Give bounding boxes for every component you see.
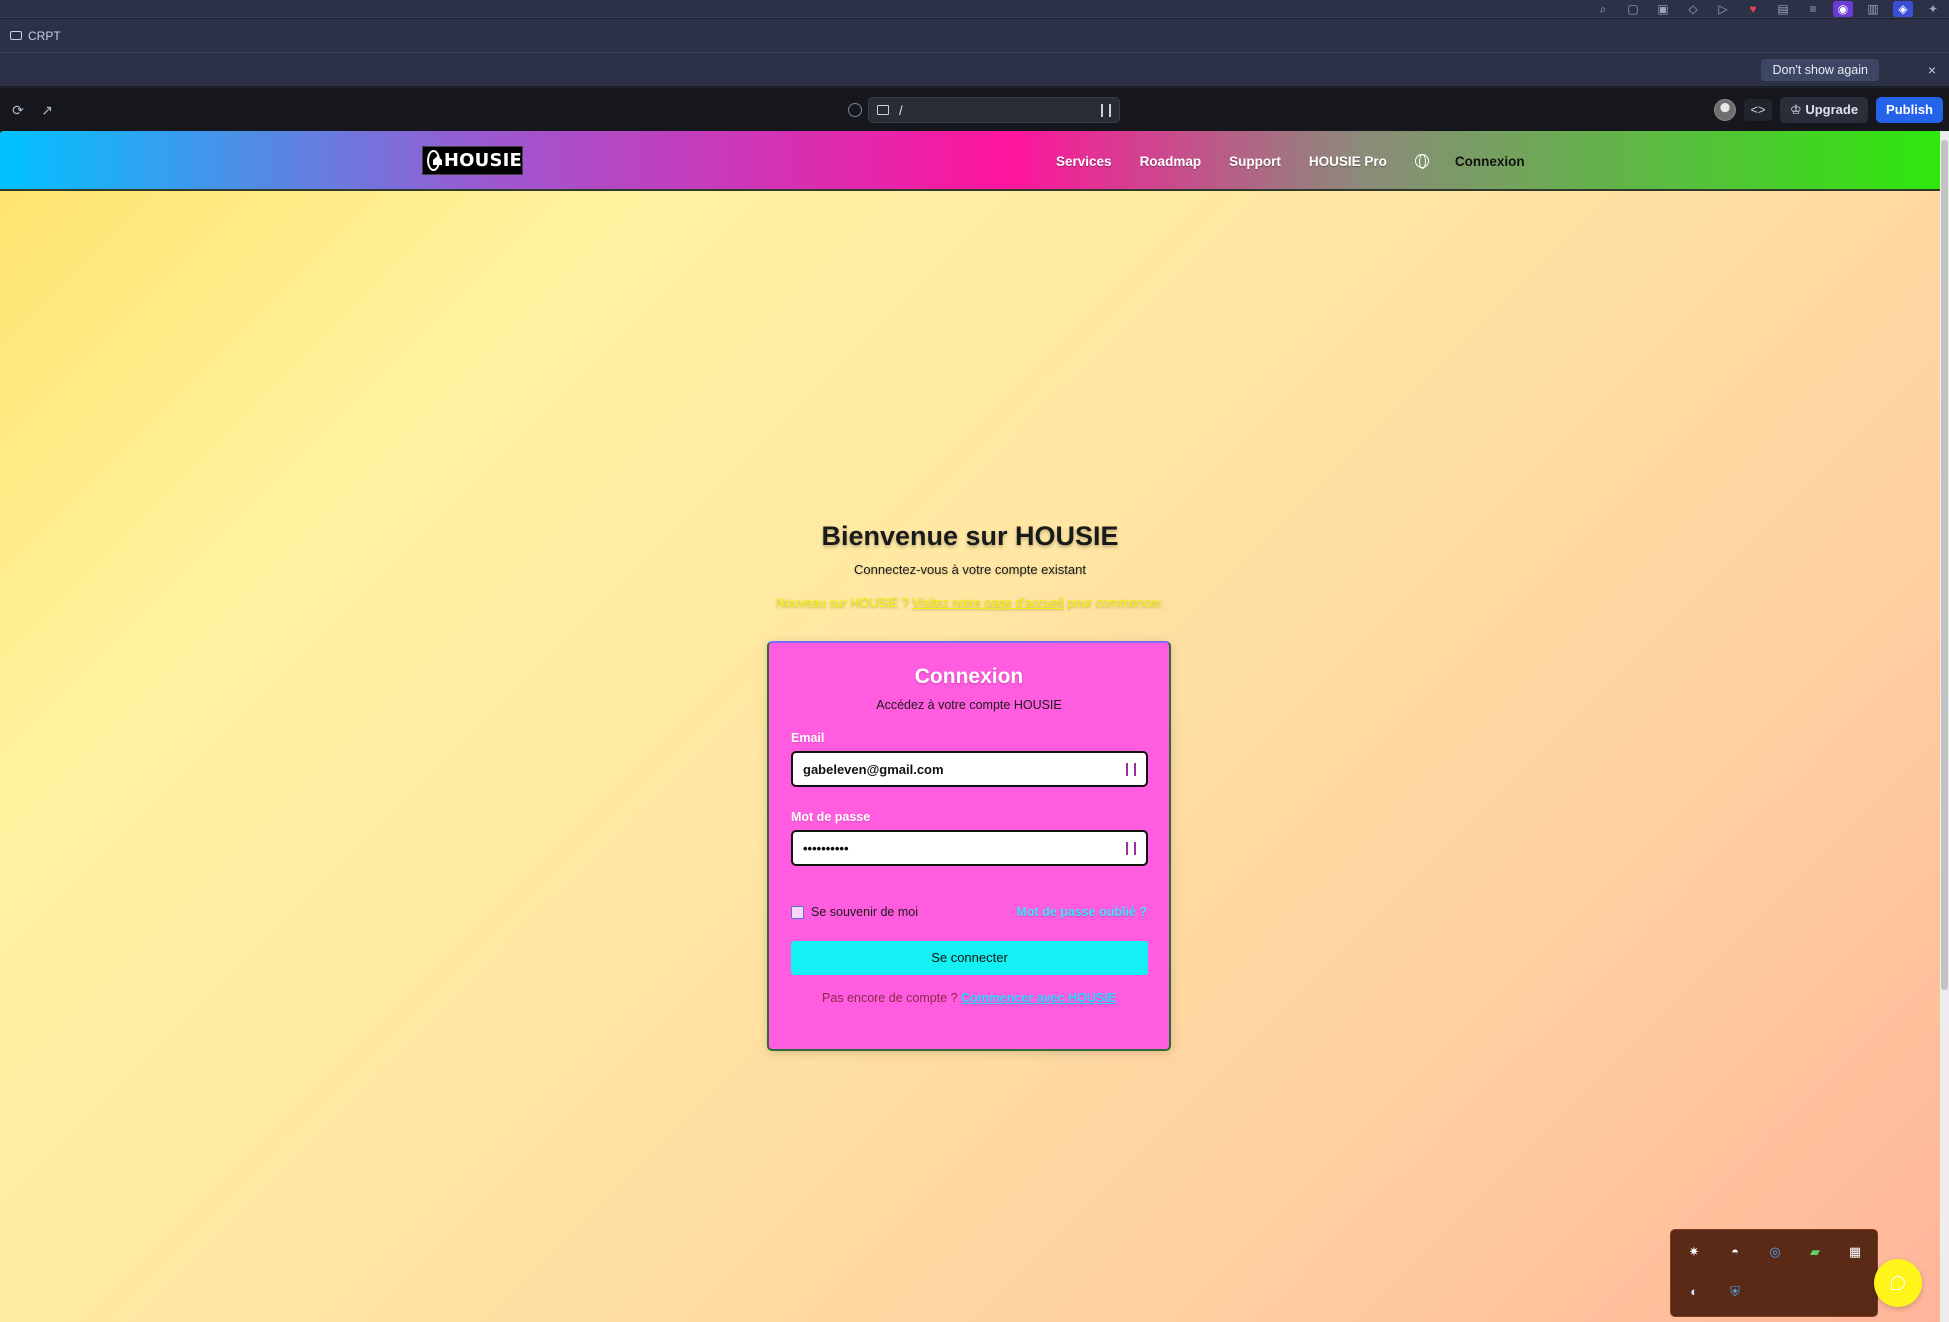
note-prefix: Nouveau sur HOUSIE ? [776,596,913,610]
settings-icon[interactable]: ✦ [1923,1,1943,17]
scrollbar-thumb[interactable] [1941,140,1948,990]
remember-me[interactable]: Se souvenir de moi [791,905,918,919]
toolbar-actions: <> ♔ Upgrade Publish [1714,97,1943,123]
avatar[interactable] [1714,99,1737,121]
close-icon[interactable]: × [1923,59,1941,81]
globe-icon[interactable] [1414,154,1429,169]
split-view-icon[interactable] [1101,103,1111,117]
security-shield-icon[interactable]: ⛨ [1726,1283,1744,1301]
publish-button[interactable]: Publish [1876,97,1943,123]
url-input[interactable]: / [868,97,1120,123]
url-path: / [899,102,903,118]
bookmark-folder-crpt[interactable]: CRPT [28,29,61,43]
password-field[interactable]: •••••••••• [791,830,1148,866]
password-value: •••••••••• [803,840,849,856]
logo-text: HOUSIE [443,150,522,171]
page-subtitle: Connectez-vous à votre compte existant [854,562,1086,577]
card-subtitle: Accédez à votre compte HOUSIE [876,698,1062,712]
home-logo-icon [427,150,440,171]
code-icon[interactable]: <> [1744,99,1773,121]
password-manager-icon[interactable] [1126,841,1136,855]
remember-me-checkbox[interactable] [791,905,804,919]
sparkle-icon[interactable]: ✷ [1685,1243,1703,1261]
signup-prefix: Pas encore de compte ? [822,991,962,1005]
email-label: Email [791,731,825,745]
extension-icons: ⌕ ▢ ▣ ◇ ▷ ♥ ▤ ≡ ◉ ▥ ◈ ✦ [1593,0,1949,18]
chat-launcher-button[interactable] [1874,1259,1922,1307]
dont-show-again-button[interactable]: Don't show again [1761,59,1879,81]
site-header: HOUSIE Services Roadmap Support HOUSIE P… [0,131,1940,191]
upgrade-button[interactable]: ♔ Upgrade [1780,97,1869,123]
notice-bar: Don't show again × [0,53,1949,87]
remember-me-label[interactable]: Se souvenir de moi [811,905,918,919]
login-card: Connexion Accédez à votre compte HOUSIE … [767,641,1171,1051]
extension-purple-icon[interactable]: ◉ [1833,1,1853,17]
app-tray: ✷ ◓ ◎ ▰ ▦ ◐ ⛨ [1670,1229,1878,1317]
page-preview: HOUSIE Services Roadmap Support HOUSIE P… [0,131,1940,1322]
bookmark-bar: CRPT [0,19,1949,53]
upgrade-label: Upgrade [1805,102,1859,117]
nav-services[interactable]: Services [1056,154,1112,169]
forgot-password-link[interactable]: Mot de passe oublié ? [1016,905,1147,919]
reload-icon[interactable]: ⟳ [7,99,29,121]
discord-icon[interactable]: ◓ [1726,1243,1744,1261]
clipboard-icon[interactable]: ▢ [1623,1,1643,17]
heart-icon[interactable]: ♥ [1743,1,1763,17]
shield-icon[interactable]: ◇ [1683,1,1703,17]
email-value: gabeleven@gmail.com [803,761,944,777]
new-user-note: Nouveau sur HOUSIE ? Visitez notre page … [0,596,1940,610]
nav-connexion[interactable]: Connexion [1455,154,1525,169]
chat-icon [1891,1276,1905,1290]
history-icon[interactable] [848,103,862,117]
open-external-icon[interactable]: ↗ [36,99,58,121]
housie-logo[interactable]: HOUSIE [422,146,523,175]
nvidia-icon[interactable]: ▰ [1806,1243,1824,1261]
email-field[interactable]: gabeleven@gmail.com [791,751,1148,787]
nav-housie-pro[interactable]: HOUSIE Pro [1309,154,1387,169]
signup-prompt: Pas encore de compte ? Commencer avec HO… [769,991,1169,1005]
play-icon[interactable]: ▷ [1713,1,1733,17]
card-title: Connexion [914,665,1024,688]
search-app-icon[interactable]: ◎ [1766,1243,1784,1261]
system-top-bar: ⌕ ▢ ▣ ◇ ▷ ♥ ▤ ≡ ◉ ▥ ◈ ✦ [0,0,1949,18]
search-icon[interactable]: ⌕ [1593,1,1613,17]
password-label: Mot de passe [791,810,871,824]
signup-link[interactable]: Commencer avec HOUSIE [961,991,1116,1005]
page-title: Bienvenue sur HOUSIE [821,521,1119,551]
editor-toolbar: ⟳ ↗ / <> ♔ Upgrade Publish [0,88,1949,131]
login-button[interactable]: Se connecter [791,941,1148,975]
steam-icon[interactable]: ◐ [1685,1283,1703,1301]
list-icon[interactable]: ≡ [1803,1,1823,17]
nav-roadmap[interactable]: Roadmap [1140,154,1202,169]
page-icon [877,105,889,115]
folder-icon [10,31,22,40]
note-suffix: pour commencer. [1063,596,1164,610]
calculator-icon[interactable]: ▦ [1846,1243,1864,1261]
homepage-link[interactable]: Visitez notre page d'accueil [912,596,1064,610]
crown-icon: ♔ [1790,102,1802,117]
nav-support[interactable]: Support [1229,154,1281,169]
site-nav: Services Roadmap Support HOUSIE Pro Conn… [1056,131,1525,191]
extension-blue-icon[interactable]: ◈ [1893,1,1913,17]
inbox-icon[interactable]: ▤ [1773,1,1793,17]
password-manager-icon[interactable] [1126,762,1136,776]
puzzle-icon[interactable]: ▣ [1653,1,1673,17]
chart-icon[interactable]: ▥ [1863,1,1883,17]
url-area: / [848,97,1120,123]
